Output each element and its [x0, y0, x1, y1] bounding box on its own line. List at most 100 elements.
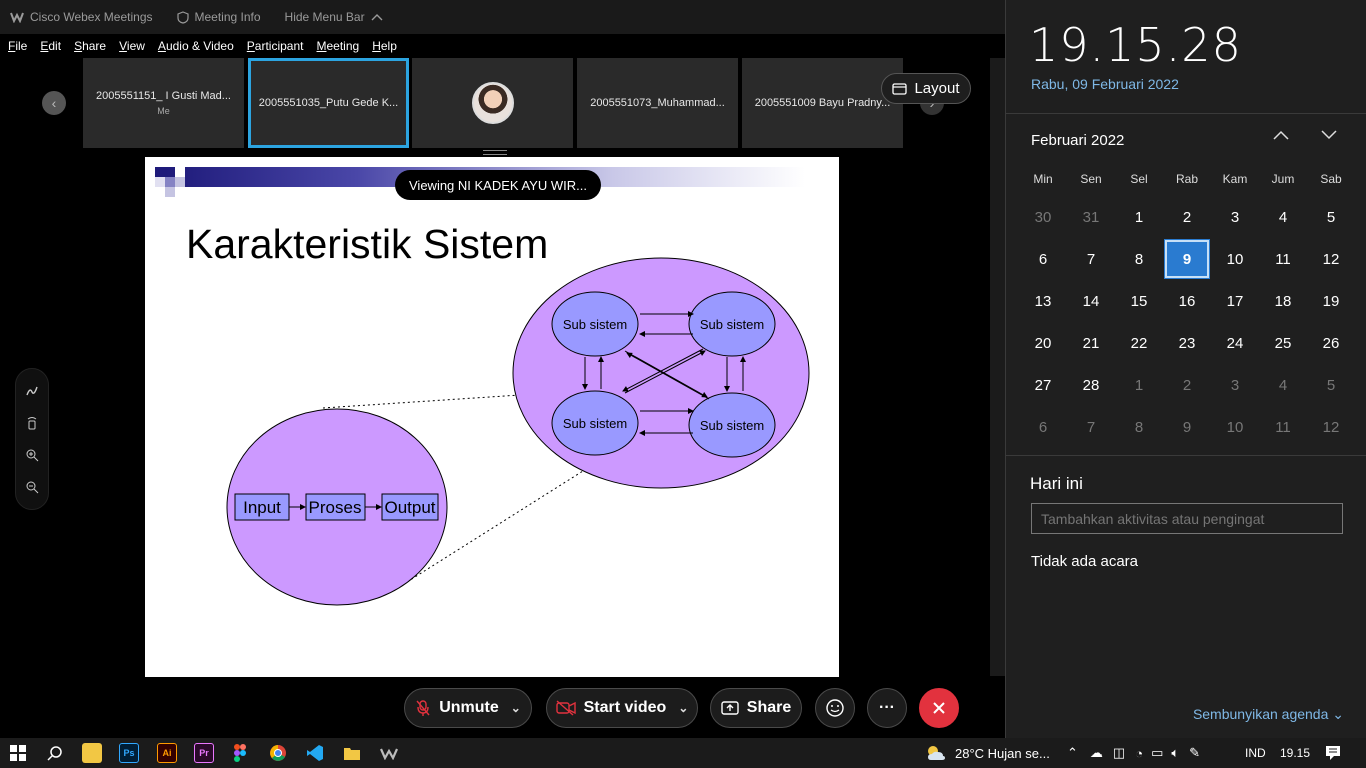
store-icon[interactable]: [82, 743, 102, 763]
calendar-day[interactable]: 13: [1021, 282, 1065, 320]
calendar-day[interactable]: 16: [1165, 282, 1209, 320]
next-month-button[interactable]: [1320, 128, 1338, 146]
chrome-icon[interactable]: [268, 743, 288, 763]
calendar-day[interactable]: 14: [1069, 282, 1113, 320]
menu-file[interactable]: File: [8, 39, 27, 53]
chevron-down-icon[interactable]: ⌄: [511, 701, 521, 715]
battery-icon[interactable]: ▭: [1151, 745, 1163, 761]
unmute-button[interactable]: Unmute ⌄: [404, 688, 532, 728]
end-meeting-button[interactable]: [919, 688, 959, 728]
calendar-day[interactable]: 23: [1165, 324, 1209, 362]
menu-share[interactable]: Share: [74, 39, 106, 53]
menu-audio-video[interactable]: Audio & Video: [158, 39, 234, 53]
calendar-day[interactable]: 3: [1213, 198, 1257, 236]
previous-month-button[interactable]: [1272, 128, 1290, 146]
calendar-day[interactable]: 30: [1021, 198, 1065, 236]
strip-resize-handle[interactable]: [483, 150, 507, 155]
wifi-icon[interactable]: ◔: [1135, 746, 1143, 761]
calendar-day[interactable]: 27: [1021, 366, 1065, 404]
calendar-day[interactable]: 15: [1117, 282, 1161, 320]
calendar-day[interactable]: 11: [1261, 408, 1305, 446]
calendar-day[interactable]: 22: [1117, 324, 1161, 362]
hide-menu-bar-button[interactable]: Hide Menu Bar: [285, 10, 383, 24]
participant-tile[interactable]: 2005551073_Muhammad...: [577, 58, 738, 148]
calendar-day-today[interactable]: 9: [1165, 240, 1209, 278]
calendar-day[interactable]: 9: [1165, 408, 1209, 446]
calendar-day[interactable]: 5: [1309, 198, 1353, 236]
calendar-day[interactable]: 21: [1069, 324, 1113, 362]
calendar-day[interactable]: 12: [1309, 408, 1353, 446]
calendar-day[interactable]: 17: [1213, 282, 1257, 320]
photoshop-icon[interactable]: Ps: [119, 743, 139, 763]
layout-button[interactable]: Layout: [881, 73, 971, 104]
calendar-day[interactable]: 4: [1261, 198, 1305, 236]
hide-agenda-button[interactable]: Sembunyikan agenda ⌄: [1193, 706, 1344, 723]
calendar-day[interactable]: 26: [1309, 324, 1353, 362]
calendar-day[interactable]: 10: [1213, 240, 1257, 278]
calendar-day[interactable]: 4: [1261, 366, 1305, 404]
calendar-day[interactable]: 24: [1213, 324, 1257, 362]
pen-icon[interactable]: [25, 384, 39, 398]
language-indicator[interactable]: IND: [1245, 738, 1266, 768]
calendar-day[interactable]: 19: [1309, 282, 1353, 320]
zoom-in-icon[interactable]: [25, 448, 39, 462]
calendar-day[interactable]: 1: [1117, 198, 1161, 236]
zoom-out-icon[interactable]: [25, 480, 39, 494]
calendar-day[interactable]: 11: [1261, 240, 1305, 278]
search-button[interactable]: [45, 743, 65, 763]
start-video-button[interactable]: Start video ⌄: [546, 688, 698, 728]
calendar-day[interactable]: 2: [1165, 198, 1209, 236]
menu-meeting[interactable]: Meeting: [317, 39, 360, 53]
illustrator-icon[interactable]: Ai: [157, 743, 177, 763]
notifications-button[interactable]: [1325, 738, 1341, 768]
calendar-day[interactable]: 3: [1213, 366, 1257, 404]
calendar-day[interactable]: 20: [1021, 324, 1065, 362]
webex-taskbar-icon[interactable]: [379, 743, 399, 763]
calendar-day[interactable]: 7: [1069, 240, 1113, 278]
participant-tile[interactable]: [412, 58, 573, 148]
calendar-day[interactable]: 10: [1213, 408, 1257, 446]
vscode-icon[interactable]: [305, 743, 325, 763]
month-label[interactable]: Februari 2022: [1031, 132, 1124, 149]
calendar-day[interactable]: 28: [1069, 366, 1113, 404]
calendar-day[interactable]: 7: [1069, 408, 1113, 446]
onedrive-icon[interactable]: ☁: [1090, 745, 1103, 761]
calendar-day[interactable]: 18: [1261, 282, 1305, 320]
long-date-link[interactable]: Rabu, 09 Februari 2022: [1031, 76, 1179, 92]
pen-workspace-icon[interactable]: ✎: [1189, 745, 1200, 761]
chevron-up-icon[interactable]: ⌃: [1067, 745, 1078, 761]
share-button[interactable]: Share: [710, 688, 802, 728]
add-event-input[interactable]: [1031, 503, 1343, 534]
menu-edit[interactable]: Edit: [40, 39, 61, 53]
menu-view[interactable]: View: [119, 39, 145, 53]
volume-icon[interactable]: 🔈︎: [1171, 745, 1179, 761]
meeting-info-button[interactable]: Meeting Info: [176, 10, 261, 24]
file-explorer-icon[interactable]: [342, 743, 362, 763]
calendar-day[interactable]: 1: [1117, 366, 1161, 404]
menu-help[interactable]: Help: [372, 39, 397, 53]
taskbar-clock[interactable]: 19.15: [1280, 738, 1310, 768]
calendar-day[interactable]: 5: [1309, 366, 1353, 404]
calendar-day[interactable]: 31: [1069, 198, 1113, 236]
premiere-icon[interactable]: Pr: [194, 743, 214, 763]
remote-control-icon[interactable]: [25, 416, 39, 430]
start-button[interactable]: [8, 743, 28, 763]
meet-now-icon[interactable]: ◫: [1113, 745, 1125, 761]
calendar-day[interactable]: 6: [1021, 240, 1065, 278]
figma-icon[interactable]: [230, 743, 250, 763]
calendar-day[interactable]: 12: [1309, 240, 1353, 278]
chevron-down-icon[interactable]: ⌄: [678, 701, 688, 715]
more-options-button[interactable]: ···: [867, 688, 907, 728]
participant-tile-active[interactable]: 2005551035_Putu Gede K...: [248, 58, 409, 148]
participant-tile[interactable]: 2005551009 Bayu Pradny...: [742, 58, 903, 148]
calendar-day[interactable]: 2: [1165, 366, 1209, 404]
menu-participant[interactable]: Participant: [247, 39, 304, 53]
calendar-day[interactable]: 25: [1261, 324, 1305, 362]
reactions-button[interactable]: [815, 688, 855, 728]
calendar-day[interactable]: 8: [1117, 408, 1161, 446]
weather-widget[interactable]: 28°C Hujan se...: [925, 738, 1050, 768]
calendar-day[interactable]: 8: [1117, 240, 1161, 278]
participant-tile[interactable]: 2005551151_ I Gusti Mad... Me: [83, 58, 244, 148]
strip-prev-button[interactable]: ‹: [42, 91, 66, 115]
calendar-day[interactable]: 6: [1021, 408, 1065, 446]
